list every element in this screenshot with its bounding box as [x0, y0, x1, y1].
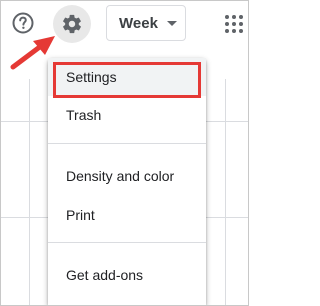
apps-dot [225, 15, 229, 19]
view-select-value: Week [119, 14, 158, 32]
settings-menu: Settings Trash Density and color Print G… [48, 58, 206, 305]
help-circle-icon [12, 12, 34, 34]
menu-divider [48, 242, 206, 243]
menu-item-label: Trash [66, 107, 102, 123]
gear-icon [63, 14, 81, 34]
settings-button[interactable] [53, 5, 91, 43]
menu-item-get-add-ons[interactable]: Get add-ons [48, 256, 206, 294]
apps-dot [232, 22, 236, 26]
grid-line [225, 79, 226, 305]
apps-dot [232, 29, 236, 33]
apps-dot [239, 22, 243, 26]
apps-dot [225, 29, 229, 33]
menu-item-label: Settings [66, 69, 117, 85]
menu-item-print[interactable]: Print [48, 196, 206, 234]
help-button[interactable] [9, 9, 37, 37]
menu-item-settings[interactable]: Settings [48, 58, 206, 96]
apps-dot [239, 29, 243, 33]
menu-item-density-and-color[interactable]: Density and color [48, 157, 206, 195]
menu-item-trash[interactable]: Trash [48, 96, 206, 134]
apps-dot [239, 15, 243, 19]
menu-item-label: Get add-ons [66, 267, 144, 283]
apps-grid-icon[interactable] [225, 15, 243, 33]
caret-down-icon [167, 21, 177, 26]
grid-line [29, 79, 30, 305]
app-window: Week Settings Trash Density and color Pr [0, 0, 249, 306]
apps-dot [232, 15, 236, 19]
view-select[interactable]: Week [106, 5, 186, 41]
menu-item-label: Density and color [66, 168, 175, 184]
top-toolbar: Week [1, 1, 248, 49]
menu-divider [48, 143, 206, 144]
apps-dot [225, 22, 229, 26]
menu-item-label: Print [66, 207, 95, 223]
